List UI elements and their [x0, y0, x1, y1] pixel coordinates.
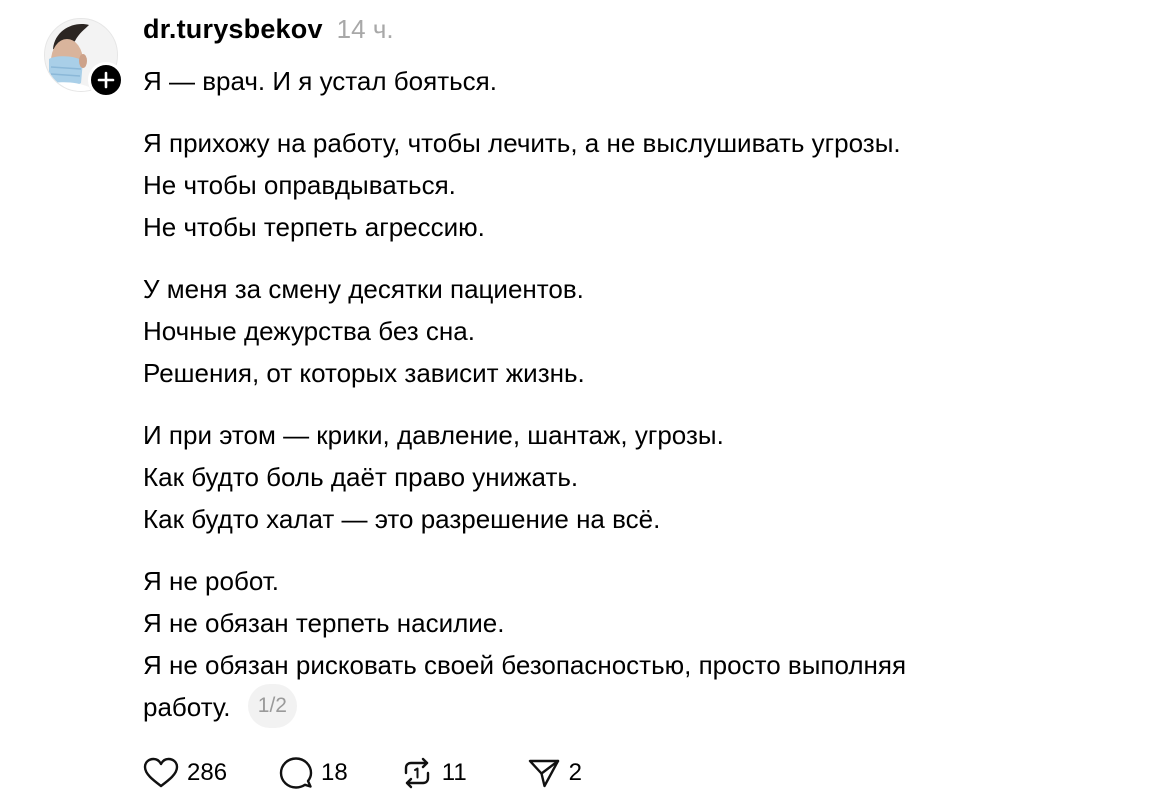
paragraph: Я — врач. И я устал бояться. — [143, 60, 1103, 102]
username[interactable]: dr.turysbekov — [143, 14, 323, 45]
heart-icon — [143, 757, 179, 788]
comment-button[interactable]: 18 — [279, 756, 348, 790]
text-line: Ночные дежурства без сна. — [143, 316, 475, 346]
text-line: Решения, от которых зависит жизнь. — [143, 358, 585, 388]
text-line: Не чтобы оправдываться. — [143, 170, 456, 200]
repost-button[interactable]: 11 — [400, 756, 467, 790]
post-timestamp[interactable]: 14 ч. — [337, 14, 394, 45]
text-line: Я не обязан терпеть насилие. — [143, 608, 505, 638]
text-line: Я прихожу на работу, чтобы лечить, а не … — [143, 128, 901, 158]
comment-bubble-icon — [279, 757, 313, 789]
paragraph: И при этом — крики, давление, шантаж, уг… — [143, 414, 1103, 540]
text-line: И при этом — крики, давление, шантаж, уг… — [143, 420, 724, 450]
follow-button[interactable] — [88, 62, 124, 98]
page-indicator: 1/2 — [247, 684, 297, 729]
text-line: Я не робот. — [143, 566, 279, 596]
post-header: dr.turysbekov 14 ч. — [143, 14, 394, 45]
repost-count: 11 — [441, 759, 467, 786]
like-count: 286 — [187, 759, 228, 786]
text-line: Как будто боль даёт право унижать. — [143, 462, 579, 492]
text-line: Я не обязан рисковать своей безопасность… — [143, 650, 907, 680]
share-button[interactable]: 2 — [527, 756, 582, 790]
send-icon — [528, 759, 559, 788]
text-line-last: работу. 1/2 — [143, 684, 1103, 731]
paragraph: Я не робот. Я не обязан терпеть насилие.… — [143, 560, 1103, 731]
avatar-container[interactable] — [44, 18, 124, 98]
text-fragment: работу. — [143, 692, 231, 722]
text-line: Я — врач. И я устал бояться. — [143, 66, 497, 96]
text-line: Не чтобы терпеть агрессию. — [143, 212, 485, 242]
share-count: 2 — [568, 759, 583, 786]
text-line: Как будто халат — это разрешение на всё. — [143, 504, 661, 534]
post-text: Я — врач. И я устал бояться. Я прихожу н… — [143, 60, 1103, 751]
comment-count: 18 — [321, 759, 348, 786]
text-line: У меня за смену десятки пациентов. — [143, 274, 584, 304]
like-button[interactable]: 286 — [143, 757, 227, 789]
paragraph: Я прихожу на работу, чтобы лечить, а не … — [143, 122, 1103, 248]
paragraph: У меня за смену десятки пациентов. Ночны… — [143, 268, 1103, 394]
repost-icon — [404, 757, 429, 789]
plus-icon — [97, 71, 115, 89]
action-bar: 286 18 11 2 — [143, 756, 582, 790]
